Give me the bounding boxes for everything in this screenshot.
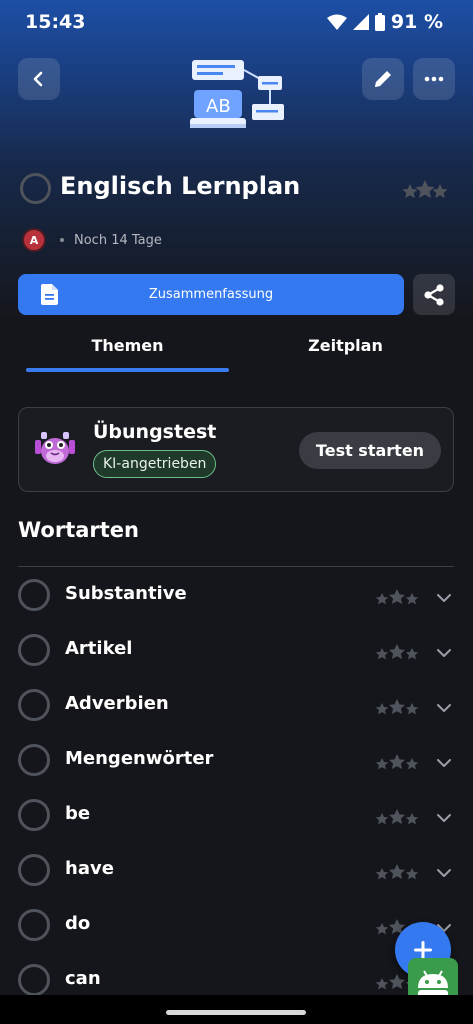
topic-checkbox[interactable] <box>18 964 50 996</box>
start-test-button[interactable]: Test starten <box>299 432 441 469</box>
plan-complete-checkbox[interactable] <box>20 173 51 204</box>
battery-icon <box>374 13 385 31</box>
due-label: Noch 14 Tage <box>74 232 162 248</box>
topic-stars-icon <box>374 753 420 771</box>
topic-checkbox[interactable] <box>18 909 50 941</box>
share-button[interactable] <box>413 274 455 315</box>
topic-stars-icon <box>374 808 420 826</box>
status-time: 15:43 <box>25 11 86 33</box>
topic-label: Artikel <box>65 638 133 659</box>
mascot-icon <box>35 432 75 464</box>
chevron-left-icon <box>33 71 43 87</box>
topic-label: can <box>65 968 101 989</box>
topic-row[interactable]: Mengenwörter <box>0 732 473 787</box>
topic-stars-icon <box>374 698 420 716</box>
topic-checkbox[interactable] <box>18 634 50 666</box>
share-icon <box>424 283 444 306</box>
chevron-down-icon[interactable] <box>436 863 452 882</box>
topic-stars-icon <box>374 588 420 606</box>
practice-test-card: Übungstest KI-angetrieben Test starten <box>18 407 454 492</box>
summary-label: Zusammenfassung <box>148 287 274 302</box>
summary-button[interactable]: Zusammenfassung <box>18 274 404 315</box>
plan-meta: A Noch 14 Tage <box>22 228 162 252</box>
chevron-down-icon[interactable] <box>436 753 452 772</box>
status-icons: 91 % <box>326 11 443 33</box>
topic-label: Substantive <box>65 583 187 604</box>
signal-icon <box>352 14 369 30</box>
topic-stars-icon <box>374 863 420 881</box>
more-options-button[interactable] <box>413 58 455 100</box>
document-icon <box>41 284 58 305</box>
topic-label: Adverbien <box>65 693 169 714</box>
more-dots-icon <box>424 76 444 82</box>
topic-row[interactable]: Artikel <box>0 622 473 677</box>
topic-row[interactable]: be <box>0 787 473 842</box>
ai-badge: KI-angetrieben <box>93 450 217 478</box>
battery-percent: 91 % <box>390 11 443 33</box>
chevron-down-icon[interactable] <box>436 698 452 717</box>
study-plan-illustration: AB <box>190 60 284 128</box>
illustration-text: AB <box>206 96 231 117</box>
status-bar: 15:43 91 % <box>0 0 473 46</box>
chevron-down-icon[interactable] <box>436 808 452 827</box>
topic-row[interactable]: Substantive <box>0 567 473 622</box>
topic-checkbox[interactable] <box>18 579 50 611</box>
topic-checkbox[interactable] <box>18 799 50 831</box>
topic-checkbox[interactable] <box>18 854 50 886</box>
topic-checkbox[interactable] <box>18 744 50 776</box>
difficulty-stars-icon <box>402 180 448 198</box>
plan-title: Englisch Lernplan <box>60 172 301 200</box>
section-title: Wortarten <box>18 518 139 542</box>
active-tab-indicator <box>26 368 229 372</box>
topic-label: be <box>65 803 91 824</box>
test-title: Übungstest <box>93 421 217 443</box>
topic-label: do <box>65 913 91 934</box>
plan-title-row: Englisch Lernplan <box>18 170 458 210</box>
separator-dot <box>60 238 64 242</box>
pencil-icon <box>375 71 391 87</box>
topic-checkbox[interactable] <box>18 689 50 721</box>
avatar[interactable]: A <box>22 228 46 252</box>
tab-themen[interactable]: Themen <box>26 336 229 355</box>
topic-row[interactable]: Adverbien <box>0 677 473 732</box>
edit-button[interactable] <box>362 58 404 100</box>
back-button[interactable] <box>18 58 60 100</box>
topic-stars-icon <box>374 643 420 661</box>
wifi-icon <box>326 14 347 30</box>
home-gesture-handle[interactable] <box>166 1010 306 1015</box>
tab-zeitplan[interactable]: Zeitplan <box>244 336 447 355</box>
chevron-down-icon[interactable] <box>436 643 452 662</box>
topic-row[interactable]: have <box>0 842 473 897</box>
topic-label: Mengenwörter <box>65 748 214 769</box>
chevron-down-icon[interactable] <box>436 588 452 607</box>
topic-label: have <box>65 858 114 879</box>
